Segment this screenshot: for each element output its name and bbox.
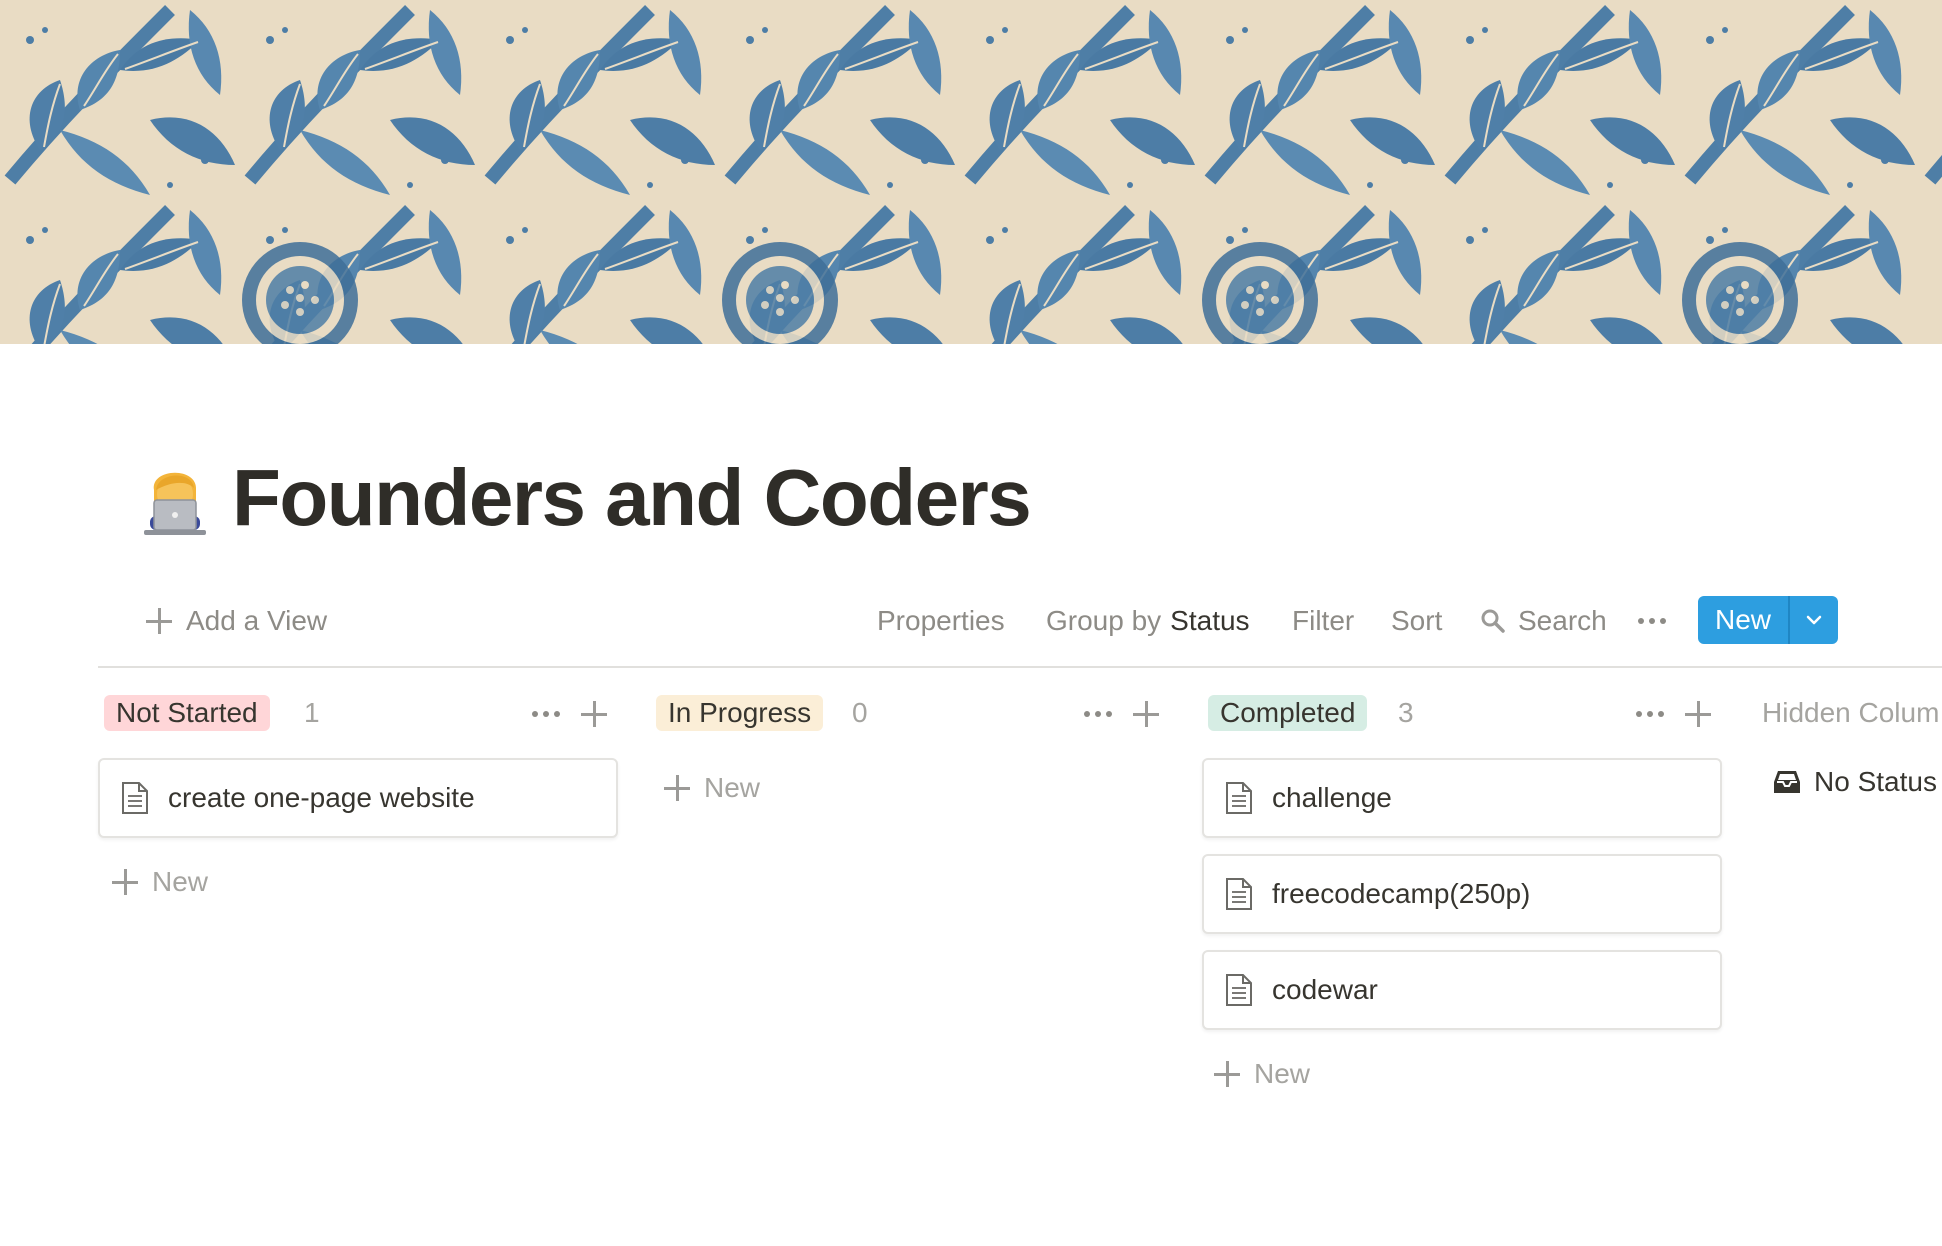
add-view-label: Add a View <box>186 605 328 636</box>
card-title: challenge <box>1272 782 1392 813</box>
board-card[interactable]: create one-page website <box>98 758 618 838</box>
column-count: 1 <box>304 697 320 728</box>
page-icon <box>1226 782 1252 814</box>
group-by-button[interactable]: Group by Status <box>1046 596 1250 646</box>
status-tag[interactable]: In Progress <box>656 695 824 731</box>
search-button[interactable]: Search <box>1480 596 1607 646</box>
chevron-down-icon <box>1806 615 1822 625</box>
more-icon <box>532 711 560 717</box>
add-new-card-button[interactable]: New <box>1214 1058 1310 1090</box>
add-new-label: New <box>704 772 761 803</box>
card-title: create one-page website <box>168 782 475 813</box>
column-more-button[interactable] <box>1084 692 1112 736</box>
page-icon <box>122 782 148 814</box>
group-by-label: Group by <box>1046 605 1162 636</box>
page-title[interactable]: Founders and Coders <box>232 448 1032 548</box>
column-count: 3 <box>1398 697 1414 728</box>
new-button[interactable]: New <box>1698 596 1838 644</box>
column-add-button[interactable] <box>1685 701 1725 732</box>
plus-icon <box>1214 1061 1240 1087</box>
inbox-icon <box>1774 771 1800 793</box>
board-column-in-progress: In Progress 0 New <box>650 692 1170 803</box>
search-icon <box>1481 609 1505 633</box>
board-column-completed: Completed 3 challenge freecodecamp(250p) <box>1202 692 1722 1089</box>
board-card[interactable]: challenge <box>1202 758 1722 838</box>
column-header: In Progress 0 <box>650 692 1170 736</box>
page-header: Founders and Coders <box>140 448 1032 548</box>
technologist-emoji-icon[interactable] <box>140 460 208 536</box>
plus-icon <box>146 608 172 634</box>
more-icon <box>1638 618 1666 624</box>
hidden-columns-title: Hidden Colum <box>1762 697 1940 728</box>
status-tag[interactable]: Completed <box>1208 695 1368 731</box>
properties-label: Properties <box>877 605 1005 636</box>
more-icon <box>1636 711 1664 717</box>
page-icon <box>1226 974 1252 1006</box>
plus-icon <box>664 775 690 801</box>
plus-icon <box>112 869 138 895</box>
search-label: Search <box>1518 605 1607 636</box>
board-column-not-started: Not Started 1 create one-page website Ne… <box>98 692 618 897</box>
add-view-button[interactable]: Add a View <box>146 596 327 646</box>
plus-icon <box>1133 701 1159 727</box>
sort-label: Sort <box>1391 605 1443 636</box>
plus-icon <box>1685 701 1711 727</box>
filter-label: Filter <box>1292 605 1355 636</box>
no-status-label: No Status <box>1814 766 1937 797</box>
add-new-label: New <box>1254 1058 1311 1089</box>
card-title: freecodecamp(250p) <box>1272 878 1531 909</box>
add-new-card-button[interactable]: New <box>112 866 208 898</box>
add-new-card-button[interactable]: New <box>664 772 760 804</box>
column-add-button[interactable] <box>581 701 621 732</box>
column-add-button[interactable] <box>1133 701 1173 732</box>
floral-pattern-image <box>0 0 1942 344</box>
more-options-button[interactable] <box>1638 596 1666 646</box>
column-header: Not Started 1 <box>98 692 618 736</box>
more-icon <box>1084 711 1112 717</box>
column-header: Completed 3 <box>1202 692 1722 736</box>
add-new-label: New <box>152 866 209 897</box>
hidden-column-no-status[interactable]: No Status <box>1772 766 1937 798</box>
status-tag[interactable]: Not Started <box>104 695 270 731</box>
filter-button[interactable]: Filter <box>1292 596 1354 646</box>
board-card[interactable]: codewar <box>1202 950 1722 1030</box>
column-more-button[interactable] <box>1636 692 1664 736</box>
page-cover[interactable] <box>0 0 1942 344</box>
group-by-value: Status <box>1170 605 1250 636</box>
new-dropdown-button[interactable] <box>1790 596 1838 644</box>
database-toolbar: Add a View Properties Group by Status Fi… <box>98 596 1942 668</box>
column-more-button[interactable] <box>532 692 560 736</box>
sort-button[interactable]: Sort <box>1391 596 1442 646</box>
column-count: 0 <box>852 697 868 728</box>
card-title: codewar <box>1272 974 1378 1005</box>
plus-icon <box>581 701 607 727</box>
board-card[interactable]: freecodecamp(250p) <box>1202 854 1722 934</box>
page-icon <box>1226 878 1252 910</box>
properties-button[interactable]: Properties <box>877 596 1005 646</box>
new-button-label[interactable]: New <box>1698 596 1790 644</box>
